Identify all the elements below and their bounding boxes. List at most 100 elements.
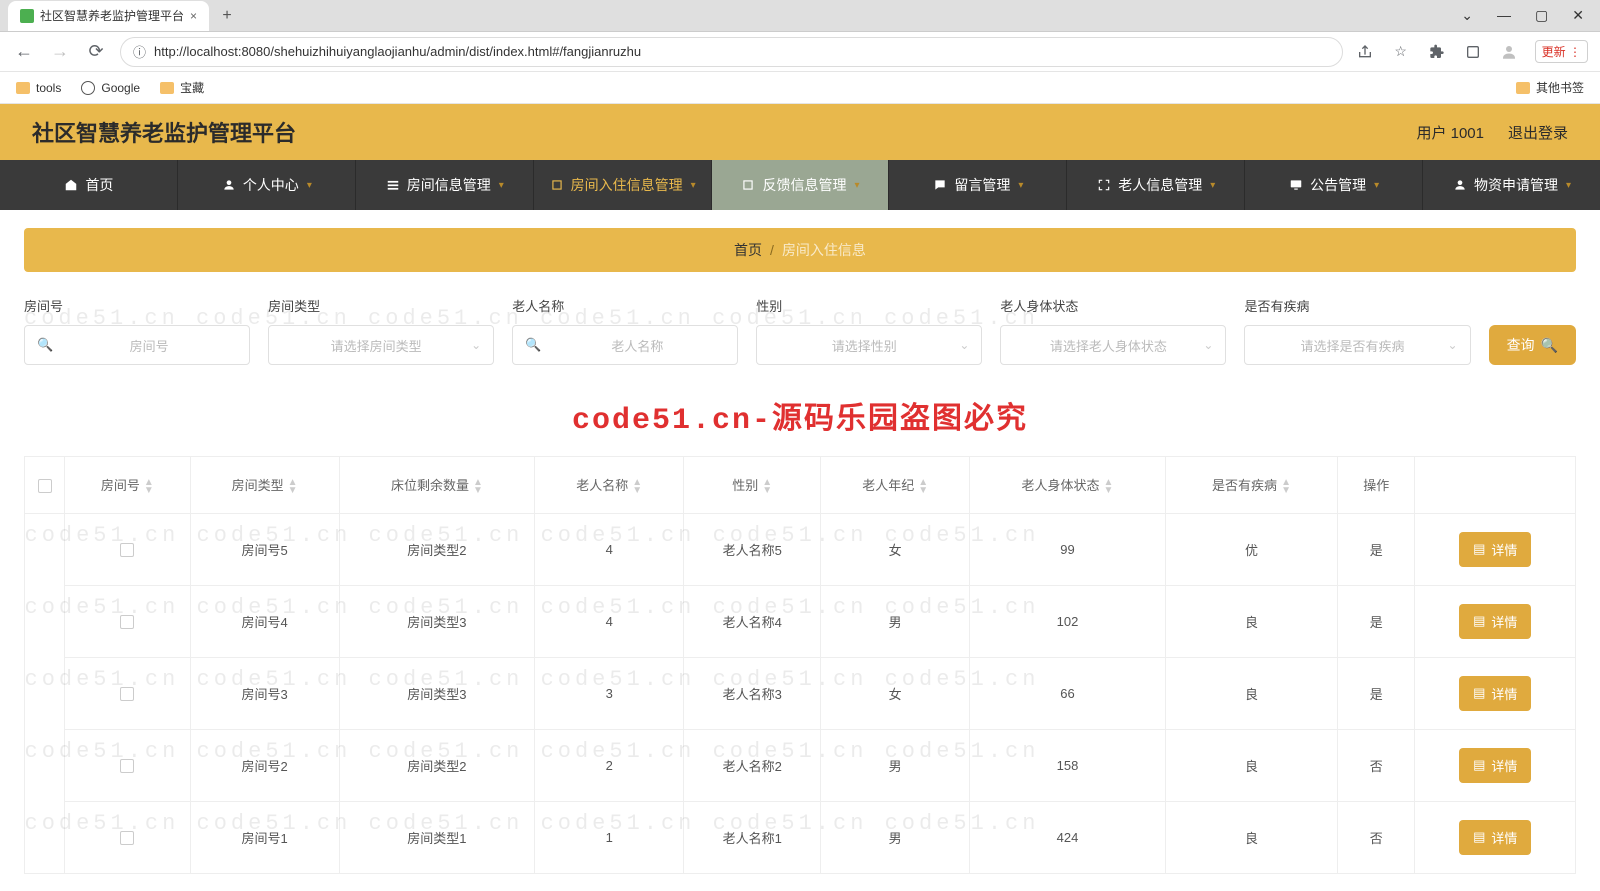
- monitor-icon: [1288, 177, 1304, 193]
- bookmark-baozang[interactable]: 宝藏: [160, 79, 204, 96]
- cell-room-no: 房间号3: [190, 657, 339, 729]
- extensions-icon[interactable]: [1427, 42, 1447, 62]
- browser-tab[interactable]: 社区智慧养老监护管理平台 ×: [8, 1, 209, 31]
- filter-label-room-type: 房间类型: [268, 296, 494, 315]
- close-window-icon[interactable]: ✕: [1572, 7, 1584, 24]
- table-row: 房间号4 房间类型3 4 老人名称4 男 102 良 是 ▤详情: [25, 585, 1576, 657]
- breadcrumb-current: 房间入住信息: [782, 240, 866, 260]
- nav-room-checkin[interactable]: 房间入住信息管理 ▾: [534, 160, 712, 210]
- select-all-checkbox[interactable]: [38, 479, 52, 493]
- col-age[interactable]: 老人年纪▲▼: [821, 457, 970, 514]
- update-button[interactable]: 更新 ⋮: [1535, 40, 1588, 63]
- col-gender[interactable]: 性别▲▼: [684, 457, 821, 514]
- back-icon[interactable]: ←: [12, 41, 36, 62]
- nav-home[interactable]: 首页: [0, 160, 178, 210]
- main-nav: 首页 个人中心 ▾ 房间信息管理 ▾ 房间入住信息管理 ▾ 反馈信息管理 ▾ 留…: [0, 160, 1600, 210]
- chevron-down-icon: ▾: [1374, 180, 1379, 191]
- disease-select[interactable]: 请选择是否有疾病 ⌄: [1244, 325, 1470, 365]
- reading-list-icon[interactable]: [1463, 42, 1483, 62]
- row-checkbox[interactable]: [120, 615, 134, 629]
- cell-body: 良: [1165, 729, 1337, 801]
- col-beds-left[interactable]: 床位剩余数量▲▼: [339, 457, 535, 514]
- chevron-down-icon: ⌄: [1203, 338, 1213, 352]
- sort-icon: ▲▼: [762, 479, 772, 495]
- chevron-down-icon: ▾: [499, 180, 504, 191]
- cell-disease: 是: [1338, 657, 1415, 729]
- col-elder-name[interactable]: 老人名称▲▼: [535, 457, 684, 514]
- query-button[interactable]: 查询 🔍: [1489, 325, 1576, 365]
- list-icon: [385, 177, 401, 193]
- detail-button[interactable]: ▤详情: [1459, 820, 1531, 855]
- nav-profile[interactable]: 个人中心 ▾: [178, 160, 356, 210]
- browser-toolbar: ← → ⟳ ⓘ http://localhost:8080/shehuizhih…: [0, 32, 1600, 72]
- star-icon[interactable]: ☆: [1391, 42, 1411, 62]
- address-bar[interactable]: ⓘ http://localhost:8080/shehuizhihuiyang…: [120, 37, 1343, 67]
- bookmark-tools[interactable]: tools: [16, 81, 61, 95]
- nav-message[interactable]: 留言管理 ▾: [889, 160, 1067, 210]
- cell-room-type: 房间类型2: [339, 729, 535, 801]
- cell-age: 66: [970, 657, 1166, 729]
- nav-material[interactable]: 物资申请管理 ▾: [1423, 160, 1600, 210]
- row-checkbox[interactable]: [120, 543, 134, 557]
- breadcrumb-home[interactable]: 首页: [734, 240, 762, 260]
- watermark-center: code51.cn-源码乐园盗图必究: [24, 393, 1576, 438]
- cell-body: 良: [1165, 585, 1337, 657]
- new-tab-button[interactable]: +: [215, 7, 239, 25]
- user-label[interactable]: 用户 1001: [1416, 122, 1484, 143]
- row-checkbox[interactable]: [120, 759, 134, 773]
- chevron-down-icon: ▾: [691, 180, 696, 191]
- bookmark-google[interactable]: Google: [81, 81, 140, 95]
- minimize-icon[interactable]: —: [1497, 7, 1511, 24]
- col-room-no[interactable]: 房间号▲▼: [65, 457, 191, 514]
- cell-room-no: 房间号5: [190, 513, 339, 585]
- search-icon: 🔍: [1541, 337, 1558, 354]
- nav-elder-info[interactable]: 老人信息管理 ▾: [1067, 160, 1245, 210]
- nav-room-info[interactable]: 房间信息管理 ▾: [356, 160, 534, 210]
- cell-elder-name: 老人名称1: [684, 801, 821, 873]
- detail-button[interactable]: ▤详情: [1459, 604, 1531, 639]
- row-checkbox[interactable]: [120, 831, 134, 845]
- body-state-select[interactable]: 请选择老人身体状态 ⌄: [1000, 325, 1226, 365]
- chevron-down-icon: ⌄: [959, 338, 969, 352]
- cell-gender: 女: [821, 513, 970, 585]
- col-body[interactable]: 老人身体状态▲▼: [970, 457, 1166, 514]
- profile-icon[interactable]: [1499, 42, 1519, 62]
- gender-select[interactable]: 请选择性别 ⌄: [756, 325, 982, 365]
- chevron-down-icon: ⌄: [471, 338, 481, 352]
- cell-body: 良: [1165, 801, 1337, 873]
- nav-feedback[interactable]: 反馈信息管理 ▾: [712, 160, 890, 210]
- col-disease[interactable]: 是否有疾病▲▼: [1165, 457, 1337, 514]
- detail-button[interactable]: ▤详情: [1459, 532, 1531, 567]
- tab-title: 社区智慧养老监护管理平台: [40, 7, 184, 24]
- search-icon: 🔍: [525, 337, 541, 353]
- browser-tab-bar: 社区智慧养老监护管理平台 × + ⌄ — ▢ ✕: [0, 0, 1600, 32]
- detail-button[interactable]: ▤详情: [1459, 676, 1531, 711]
- folder-icon: [16, 82, 30, 94]
- sort-icon: ▲▼: [1281, 479, 1291, 495]
- forward-icon[interactable]: →: [48, 41, 72, 62]
- sort-icon: ▲▼: [473, 479, 483, 495]
- folder-icon: [160, 82, 174, 94]
- favicon-icon: [20, 9, 34, 23]
- app-header: 社区智慧养老监护管理平台 用户 1001 退出登录: [0, 104, 1600, 160]
- sort-icon: ▲▼: [288, 479, 298, 495]
- logout-link[interactable]: 退出登录: [1508, 122, 1568, 143]
- row-checkbox[interactable]: [120, 687, 134, 701]
- elder-name-input[interactable]: 🔍 老人名称: [512, 325, 738, 365]
- reload-icon[interactable]: ⟳: [84, 41, 108, 62]
- chevron-down-icon[interactable]: ⌄: [1461, 7, 1473, 24]
- cell-beds-left: 4: [535, 513, 684, 585]
- room-no-input[interactable]: 🔍 房间号: [24, 325, 250, 365]
- cell-beds-left: 4: [535, 585, 684, 657]
- detail-button[interactable]: ▤详情: [1459, 748, 1531, 783]
- close-tab-icon[interactable]: ×: [190, 9, 197, 23]
- bookmark-other[interactable]: 其他书签: [1516, 79, 1584, 96]
- col-room-type[interactable]: 房间类型▲▼: [190, 457, 339, 514]
- room-type-select[interactable]: 请选择房间类型 ⌄: [268, 325, 494, 365]
- cell-beds-left: 3: [535, 657, 684, 729]
- share-icon[interactable]: [1355, 42, 1375, 62]
- cell-room-type: 房间类型3: [339, 585, 535, 657]
- nav-notice[interactable]: 公告管理 ▾: [1245, 160, 1423, 210]
- maximize-icon[interactable]: ▢: [1535, 7, 1548, 24]
- chevron-down-icon: ▾: [1566, 180, 1571, 191]
